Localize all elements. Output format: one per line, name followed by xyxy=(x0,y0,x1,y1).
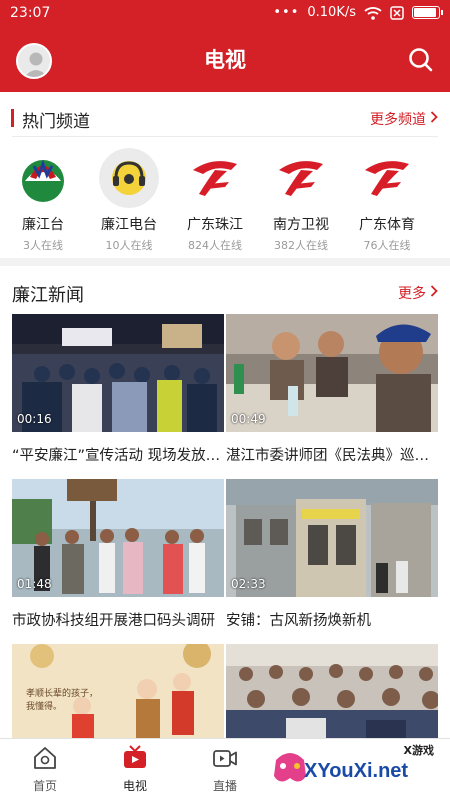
tv-icon xyxy=(122,745,148,771)
watermark-text: XYouXi.net xyxy=(304,760,409,782)
channel-viewers: 3人在线 xyxy=(23,239,63,252)
thumbnail-caption: 孝顺长辈的孩子，我懂得。 xyxy=(26,689,99,712)
chevron-right-icon xyxy=(430,111,438,127)
chevron-right-icon xyxy=(430,285,438,301)
more-news-label: 更多 xyxy=(398,286,426,302)
video-thumbnail: 00:16 xyxy=(12,314,224,432)
video-card[interactable]: 00:16 “平安廉江”宣传活动 现场发放宣传资料 xyxy=(12,314,224,465)
video-thumbnail: 01:48 xyxy=(12,479,224,597)
gdtv-logo xyxy=(271,148,331,208)
wifi-icon xyxy=(364,6,382,20)
video-title: 市政协科技组开展港口码头调研 xyxy=(12,613,215,629)
nav-item-live[interactable]: 直播 xyxy=(180,745,270,800)
watermark: X游戏 XYouXi.net xyxy=(270,742,440,794)
video-duration: 00:16 xyxy=(17,412,52,426)
nav-item-tv[interactable]: 电视 xyxy=(90,745,180,800)
nav-item-home[interactable]: 首页 xyxy=(0,745,90,800)
channel-item-nanfang-tv[interactable]: 南方卫视 382人在线 xyxy=(258,140,344,256)
channel-viewers: 382人在线 xyxy=(274,239,328,252)
video-duration: 00:49 xyxy=(231,412,266,426)
video-duration: 01:48 xyxy=(17,577,52,591)
video-thumbnail: 00:49 xyxy=(226,314,438,432)
gdtv-logo xyxy=(185,148,245,208)
lianjiang-tv-logo xyxy=(13,148,73,208)
channel-name: 广东珠江 xyxy=(187,217,243,233)
channel-list: 廉江台 3人在线 廉江电台 10人在线 广东珠江 824人在线 南方卫视 382… xyxy=(0,140,450,256)
video-camera-icon xyxy=(212,745,238,771)
channel-viewers: 76人在线 xyxy=(363,239,411,252)
divider xyxy=(12,136,438,137)
lianjiang-radio-logo xyxy=(99,148,159,208)
status-indicators: ••• 0.10K/s xyxy=(273,5,443,20)
channel-item-guangdong-sports[interactable]: 广东体育 76人在线 xyxy=(344,140,430,256)
app-header: 电视 xyxy=(0,28,450,92)
page-title: 电视 xyxy=(204,48,246,72)
hot-channels-title: 热门频道 xyxy=(22,112,90,132)
channel-item-lianjiang-tv[interactable]: 廉江台 3人在线 xyxy=(0,140,86,256)
status-time: 23:07 xyxy=(10,5,51,21)
news-title: 廉江新闻 xyxy=(12,285,84,306)
video-title: “平安廉江”宣传活动 现场发放宣传资料 xyxy=(12,448,224,464)
section-separator xyxy=(0,258,450,266)
channel-name: 广东体育 xyxy=(359,217,415,233)
status-bar: 23:07 ••• 0.10K/s xyxy=(0,0,450,28)
more-channels-link[interactable]: 更多频道 xyxy=(370,109,438,129)
section-accent-bar xyxy=(11,109,14,127)
more-channels-label: 更多频道 xyxy=(370,112,426,128)
no-sim-icon xyxy=(390,5,404,20)
status-dots: ••• xyxy=(273,5,300,20)
nav-label: 直播 xyxy=(212,779,237,793)
hot-channels-header: 热门频道 更多频道 xyxy=(0,98,450,138)
watermark-small: X游戏 xyxy=(403,744,434,757)
channel-viewers: 10人在线 xyxy=(105,239,153,252)
video-card[interactable]: 00:49 湛江市委讲师团《民法典》巡回宣讲 xyxy=(226,314,438,465)
channel-name: 南方卫视 xyxy=(273,217,329,233)
nav-label: 电视 xyxy=(122,779,147,793)
channel-viewers: 824人在线 xyxy=(188,239,242,252)
video-thumbnail: 02:33 xyxy=(226,479,438,597)
channel-name: 廉江电台 xyxy=(101,217,157,233)
video-duration: 02:33 xyxy=(231,577,266,591)
channel-item-guangdong-zhujiang[interactable]: 广东珠江 824人在线 xyxy=(172,140,258,256)
channel-item-lianjiang-radio[interactable]: 廉江电台 10人在线 xyxy=(86,140,172,256)
more-news-link[interactable]: 更多 xyxy=(398,283,438,303)
battery-icon xyxy=(412,6,443,19)
network-speed: 0.10K/s xyxy=(307,5,356,20)
video-title: 湛江市委讲师团《民法典》巡回宣讲 xyxy=(226,448,438,464)
channel-name: 廉江台 xyxy=(22,217,64,233)
video-card[interactable]: 01:48 市政协科技组开展港口码头调研 xyxy=(12,479,224,630)
video-card[interactable]: 02:33 安铺：古风新扬焕新机 xyxy=(226,479,438,630)
video-title: 安铺：古风新扬焕新机 xyxy=(226,613,371,629)
nav-label: 首页 xyxy=(32,779,57,793)
home-icon xyxy=(32,745,58,771)
search-icon[interactable] xyxy=(406,45,436,75)
gdtv-logo xyxy=(357,148,417,208)
news-header: 廉江新闻 更多 xyxy=(0,272,450,312)
